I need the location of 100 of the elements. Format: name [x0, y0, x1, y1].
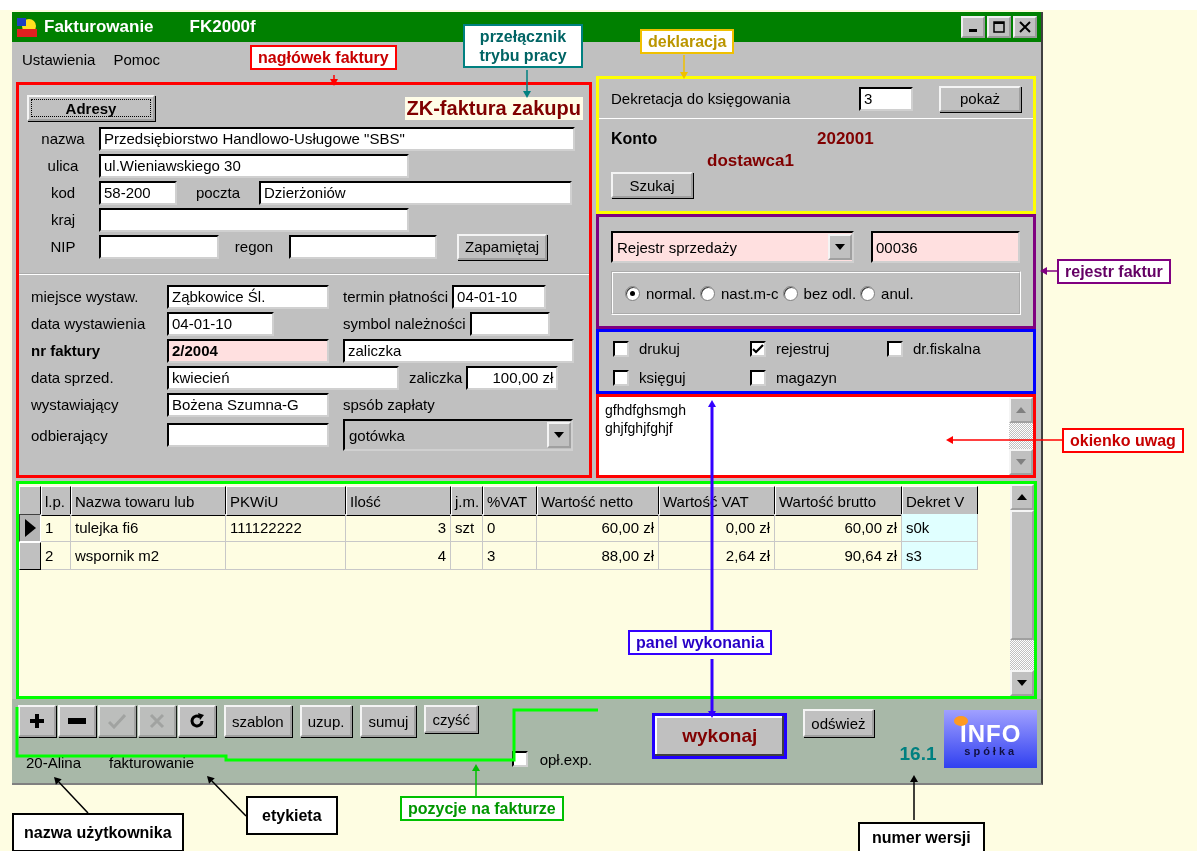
- refresh-button[interactable]: odśwież: [803, 709, 874, 737]
- text-field[interactable]: Przedsiębiorstwo Handlowo-Usługowe "SBS": [99, 126, 575, 151]
- tool-button[interactable]: [18, 705, 56, 737]
- up-arrow-icon: [1016, 407, 1026, 413]
- menu-item[interactable]: Pomoc: [113, 50, 161, 68]
- payment-dropdown[interactable]: gotówka: [343, 419, 573, 451]
- callout-label: numer wersji: [858, 822, 985, 851]
- field-label: wystawiający: [31, 396, 120, 413]
- leader-line: [472, 764, 480, 797]
- down-arrow-icon: [1016, 459, 1026, 465]
- table-cell: 2,64 zł: [659, 542, 775, 570]
- header-corner: [19, 486, 41, 516]
- text-field[interactable]: 00036: [871, 231, 1020, 263]
- checkbox[interactable]: [887, 340, 903, 357]
- check-icon: [108, 713, 126, 729]
- table-cell: 1: [41, 514, 71, 542]
- text-field[interactable]: 3: [859, 86, 913, 111]
- search-button[interactable]: Szukaj: [611, 172, 693, 198]
- account-label: Konto: [611, 129, 659, 148]
- plus-icon: [29, 713, 45, 729]
- column-header[interactable]: Ilość: [346, 486, 451, 516]
- minimize-icon: [969, 29, 977, 32]
- text-field[interactable]: [167, 423, 329, 447]
- column-header[interactable]: Wartość brutto: [775, 486, 902, 516]
- action-button[interactable]: czyść: [424, 705, 478, 733]
- save-button[interactable]: Zapamiętaj: [457, 233, 548, 260]
- leader-line: [708, 659, 716, 718]
- text-field[interactable]: [469, 311, 550, 336]
- status-label: fakturowanie: [109, 754, 195, 771]
- checkbox[interactable]: [613, 340, 629, 357]
- radio-label: nast.m-c: [721, 284, 779, 302]
- column-header[interactable]: l.p.: [41, 486, 71, 516]
- column-header[interactable]: PKWiU: [226, 486, 346, 516]
- field-label: data wystawienia: [31, 315, 147, 332]
- action-button[interactable]: szablon: [224, 705, 292, 737]
- down-arrow-icon: [1017, 680, 1027, 686]
- text-field[interactable]: [99, 207, 409, 232]
- callout-label: deklaracja: [640, 29, 735, 54]
- table-cell: 111122222: [226, 514, 346, 542]
- close-icon: [1019, 21, 1031, 33]
- text-field[interactable]: [99, 234, 219, 259]
- scroll-up-button[interactable]: [1010, 484, 1034, 510]
- column-header[interactable]: Nazwa towaru lub: [71, 486, 226, 516]
- callout-label: etykieta: [246, 796, 338, 835]
- tool-button[interactable]: [178, 705, 216, 737]
- action-button[interactable]: sumuj: [360, 705, 417, 737]
- close-icon: [149, 713, 165, 729]
- maximize-icon: [993, 21, 1005, 33]
- column-header[interactable]: %VAT: [483, 486, 537, 516]
- column-header[interactable]: Wartość netto: [537, 486, 659, 516]
- app-logo-icon: [16, 16, 38, 38]
- field-label: ulica: [46, 157, 80, 174]
- leader-line: [680, 54, 688, 79]
- text-field[interactable]: 58-200: [99, 180, 177, 205]
- menu-item[interactable]: Ustawienia: [22, 50, 96, 68]
- text-field[interactable]: 04-01-10: [167, 311, 274, 336]
- table-cell: 0,00 zł: [659, 514, 775, 542]
- text-field[interactable]: zaliczka: [343, 338, 574, 363]
- table-cell: s0k: [902, 514, 978, 542]
- action-button[interactable]: uzup.: [299, 705, 353, 737]
- text-field[interactable]: Bożena Szumna-G: [167, 392, 329, 417]
- maximize-button[interactable]: [987, 16, 1011, 38]
- invoice-number-field[interactable]: 2/2004: [167, 338, 329, 363]
- close-button[interactable]: [1013, 16, 1037, 38]
- scrollbar-thumb[interactable]: [1010, 510, 1034, 640]
- column-header[interactable]: Dekret V: [902, 486, 978, 516]
- column-header[interactable]: j.m.: [451, 486, 483, 516]
- text-field[interactable]: Ząbkowice Śl.: [167, 284, 329, 309]
- addresses-button[interactable]: Adresy: [27, 95, 155, 121]
- minimize-button[interactable]: [961, 16, 985, 38]
- text-field[interactable]: 04-01-10: [452, 284, 547, 309]
- radio-label: anul.: [881, 284, 914, 302]
- callout-label: okienko uwag: [1062, 428, 1184, 453]
- leader-line: [1040, 267, 1059, 275]
- text-field[interactable]: [289, 234, 437, 259]
- text-field[interactable]: 100,00 zł: [466, 365, 559, 390]
- checkbox[interactable]: [613, 369, 629, 386]
- text-field[interactable]: Dzierżoniów: [259, 180, 572, 205]
- caret-icon: [835, 244, 845, 250]
- text-field[interactable]: kwiecień: [167, 365, 399, 390]
- register-dropdown[interactable]: Rejestr sprzedaży: [611, 231, 854, 263]
- checkbox[interactable]: [750, 340, 766, 357]
- leader-line: [523, 69, 531, 98]
- show-button[interactable]: pokaż: [939, 85, 1021, 112]
- radio-button[interactable]: [625, 285, 640, 301]
- table-cell: 88,00 zł: [537, 542, 659, 570]
- table-cell: s3: [902, 542, 978, 570]
- field-label: kod: [49, 184, 77, 201]
- text-field[interactable]: ul.Wieniawskiego 30: [99, 153, 409, 178]
- tool-button[interactable]: [58, 705, 96, 737]
- table-cell: tulejka fi6: [71, 514, 226, 542]
- checkbox[interactable]: [750, 369, 766, 386]
- checkbox-label: drukuj: [639, 340, 680, 357]
- table-cell: [451, 542, 483, 570]
- scroll-down-button[interactable]: [1010, 670, 1034, 696]
- row-indicator[interactable]: [19, 514, 41, 542]
- execute-button[interactable]: wykonaj: [652, 713, 788, 759]
- leader-line: [207, 776, 247, 817]
- field-label: nazwa: [40, 130, 86, 147]
- leader-line: [910, 775, 918, 821]
